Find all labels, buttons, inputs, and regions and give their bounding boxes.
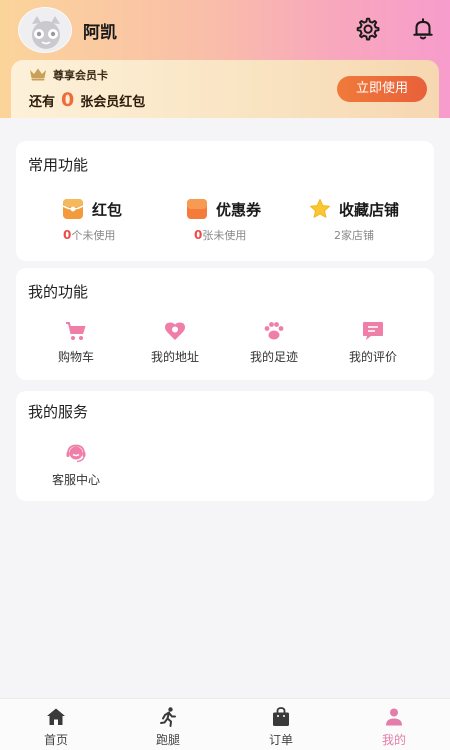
cart-icon <box>66 322 86 340</box>
footprint-item[interactable]: 我的足迹 <box>234 320 314 365</box>
customer-service-label: 客服中心 <box>51 473 100 487</box>
tab-label: 订单 <box>268 733 293 747</box>
section-title: 常用功能 <box>28 156 89 174</box>
bottom-tab-bar: 首页 跑腿 订单 我的 <box>0 698 450 750</box>
gear-icon[interactable] <box>354 16 380 42</box>
coupon-status: 0张未使用 <box>194 227 246 243</box>
star-icon <box>310 199 330 218</box>
footprint-icon <box>264 322 284 340</box>
customer-service-icon <box>66 444 86 463</box>
review-icon <box>363 322 383 340</box>
avatar[interactable] <box>18 7 72 53</box>
red-packet-label: 红包 <box>92 200 123 219</box>
section-title: 我的服务 <box>28 403 89 421</box>
member-card-title: 尊享会员卡 <box>53 69 108 82</box>
tab-errand[interactable]: 跑腿 <box>112 699 224 750</box>
coupon-label: 优惠券 <box>216 200 262 219</box>
tab-label: 我的 <box>381 733 406 747</box>
address-icon <box>165 322 185 340</box>
cart-label: 购物车 <box>57 350 94 364</box>
coupon-icon <box>187 199 207 219</box>
tab-home[interactable]: 首页 <box>0 699 112 750</box>
crown-icon <box>30 68 46 81</box>
favorite-shops-item[interactable]: 收藏店铺 <box>309 198 399 220</box>
member-redpacket-line: 还有 0 张会员红包 <box>29 89 145 111</box>
common-functions-card: 常用功能 红包 0个未使用 优惠券 0张未使用 收藏店铺 2家店铺 <box>16 141 434 261</box>
my-functions-card: 我的功能 购物车 我的地址 我的足迹 我的评价 <box>16 268 434 380</box>
runner-icon <box>160 707 176 727</box>
tab-label: 跑腿 <box>155 733 180 747</box>
red-packet-item[interactable]: 红包 <box>62 198 122 220</box>
red-packet-icon <box>62 199 84 219</box>
favorite-shops-label: 收藏店铺 <box>339 200 400 219</box>
coupon-sub: 张未使用 <box>202 229 247 242</box>
member-redpacket-count: 0 <box>61 89 75 111</box>
review-item[interactable]: 我的评价 <box>333 320 413 365</box>
customer-service-item[interactable]: 客服中心 <box>36 443 116 488</box>
member-line-suffix: 张会员红包 <box>80 95 146 110</box>
cart-item[interactable]: 购物车 <box>36 320 116 365</box>
red-packet-status: 0个未使用 <box>63 227 115 243</box>
home-icon <box>47 708 65 725</box>
address-item[interactable]: 我的地址 <box>135 320 215 365</box>
my-services-card: 我的服务 客服中心 <box>16 391 434 501</box>
bag-icon <box>273 707 289 726</box>
section-title: 我的功能 <box>28 283 89 301</box>
address-label: 我的地址 <box>150 350 199 364</box>
use-now-button[interactable]: 立即使用 <box>337 76 427 102</box>
profile-header: 阿凯 尊享会员卡 还有 0 张会员红包 立即使用 <box>0 0 450 118</box>
member-line-prefix: 还有 <box>29 95 56 110</box>
footprint-label: 我的足迹 <box>249 350 298 364</box>
bell-icon[interactable] <box>410 16 436 42</box>
tab-mine[interactable]: 我的 <box>338 699 450 750</box>
favorite-shops-status: 2家店铺 <box>334 227 374 243</box>
favorite-shops-sub: 2家店铺 <box>334 229 374 242</box>
member-card: 尊享会员卡 还有 0 张会员红包 立即使用 <box>11 60 439 118</box>
tab-label: 首页 <box>43 733 68 747</box>
red-packet-sub: 个未使用 <box>71 229 116 242</box>
coupon-item[interactable]: 优惠券 <box>186 198 261 220</box>
review-label: 我的评价 <box>348 350 397 364</box>
person-icon <box>386 708 402 726</box>
username: 阿凯 <box>83 23 117 43</box>
tab-orders[interactable]: 订单 <box>225 699 337 750</box>
